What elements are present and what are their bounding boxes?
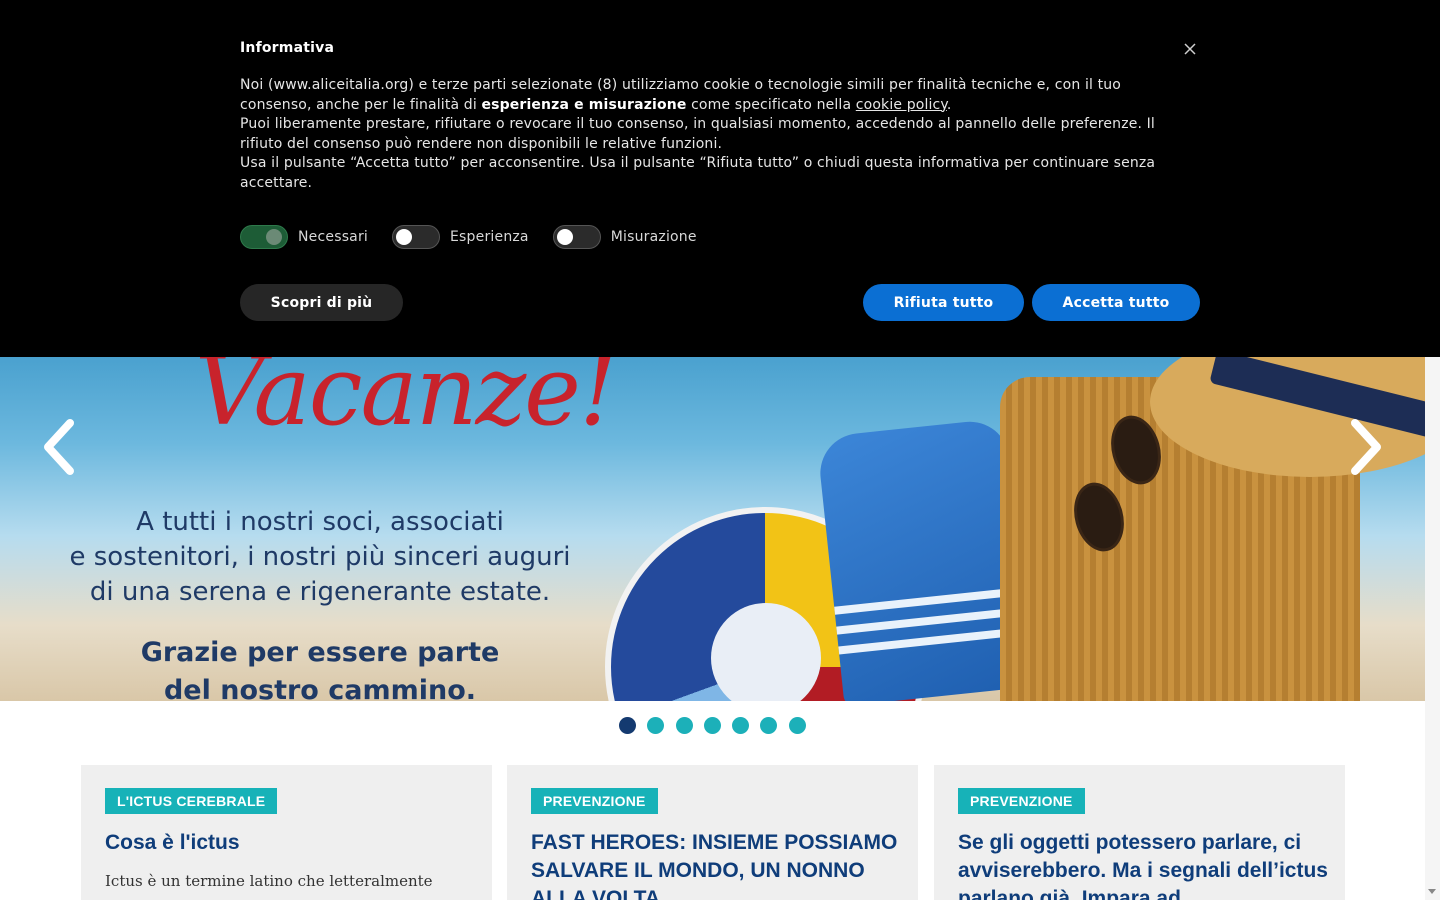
slide-text-line: di una serena e rigenerante estate. <box>89 577 551 607</box>
slider-pagination <box>619 717 817 734</box>
slider-dot[interactable] <box>647 717 665 734</box>
slide-text-line: e sostenitori, i nostri più sinceri augu… <box>69 542 571 572</box>
toggle-knob <box>396 229 413 245</box>
slider-dot[interactable] <box>703 717 721 734</box>
slider-dot[interactable] <box>760 717 778 734</box>
banner-description: Noi (www.aliceitalia.org) e terze parti … <box>240 76 1160 194</box>
close-icon[interactable] <box>1181 40 1199 58</box>
article-card[interactable]: PREVENZIONE FAST HEROES: INSIEME POSSIAM… <box>507 765 918 900</box>
learn-more-button[interactable]: Scopri di più <box>240 284 403 321</box>
chevron-right-icon[interactable] <box>1345 417 1385 477</box>
cookie-consent-banner: Informativa Noi (www.aliceitalia.org) e … <box>0 0 1440 357</box>
article-card[interactable]: L'ICTUS CEREBRALE Cosa è l'ictus Ictus è… <box>81 765 492 900</box>
necessari-toggle[interactable] <box>240 225 288 249</box>
misurazione-toggle[interactable] <box>552 225 601 249</box>
article-card[interactable]: PREVENZIONE Se gli oggetti potessero par… <box>934 765 1345 900</box>
hero-slider: Vacanze! A tutti i nostri soci, associat… <box>0 357 1425 701</box>
ball-highlight <box>711 603 821 701</box>
article-title[interactable]: Se gli oggetti potessero parlare, ci avv… <box>958 829 1328 900</box>
slider-dot[interactable] <box>675 717 693 734</box>
slide-bold-line: Grazie per essere parte <box>140 637 500 668</box>
banner-title: Informativa <box>240 40 335 56</box>
scroll-down-arrow-icon[interactable] <box>1428 889 1436 894</box>
toggle-misurazione: Misurazione <box>552 225 697 249</box>
accept-all-button[interactable]: Accetta tutto <box>1032 284 1200 321</box>
banner-text-part: come specificato nella <box>686 96 856 113</box>
toggle-necessari: Necessari <box>240 225 368 249</box>
slider-dot[interactable] <box>619 717 636 734</box>
slider-dot[interactable] <box>732 717 750 734</box>
banner-text-paragraph: Usa il pulsante “Accetta tutto” per acco… <box>240 155 1156 191</box>
reject-all-button[interactable]: Rifiuta tutto <box>863 284 1024 321</box>
category-tag[interactable]: L'ICTUS CEREBRALE <box>105 788 278 814</box>
slide-script-title: Vacanze! <box>195 357 618 447</box>
category-tag[interactable]: PREVENZIONE <box>958 788 1085 814</box>
banner-text-part: . <box>946 96 952 113</box>
category-tag[interactable]: PREVENZIONE <box>531 788 658 814</box>
toggle-label: Necessari <box>298 229 369 245</box>
toggle-label: Esperienza <box>450 229 529 245</box>
slide-bold-line: del nostro cammino. <box>163 675 477 701</box>
banner-text-bold: esperienza e misurazione <box>481 96 687 113</box>
cookie-policy-link[interactable]: cookie policy <box>856 97 947 113</box>
article-title[interactable]: FAST HEROES: INSIEME POSSIAMO SALVARE IL… <box>531 829 901 900</box>
toggle-esperienza: Esperienza <box>392 225 529 249</box>
consent-toggles: Necessari Esperienza Misurazione <box>240 225 721 249</box>
chevron-left-icon[interactable] <box>40 417 80 477</box>
page-scrollbar[interactable] <box>1425 357 1440 900</box>
banner-text-paragraph: Puoi liberamente prestare, rifiutare o r… <box>240 116 1155 152</box>
toggle-knob <box>556 229 573 245</box>
toggle-knob <box>266 229 282 245</box>
article-excerpt: Ictus è un termine latino che letteralme… <box>105 872 433 890</box>
toggle-label: Misurazione <box>610 229 697 245</box>
slider-dot[interactable] <box>788 717 806 734</box>
article-title[interactable]: Cosa è l'ictus <box>105 829 475 857</box>
esperienza-toggle[interactable] <box>392 225 441 249</box>
slide-text-line: A tutti i nostri soci, associati <box>136 507 504 537</box>
